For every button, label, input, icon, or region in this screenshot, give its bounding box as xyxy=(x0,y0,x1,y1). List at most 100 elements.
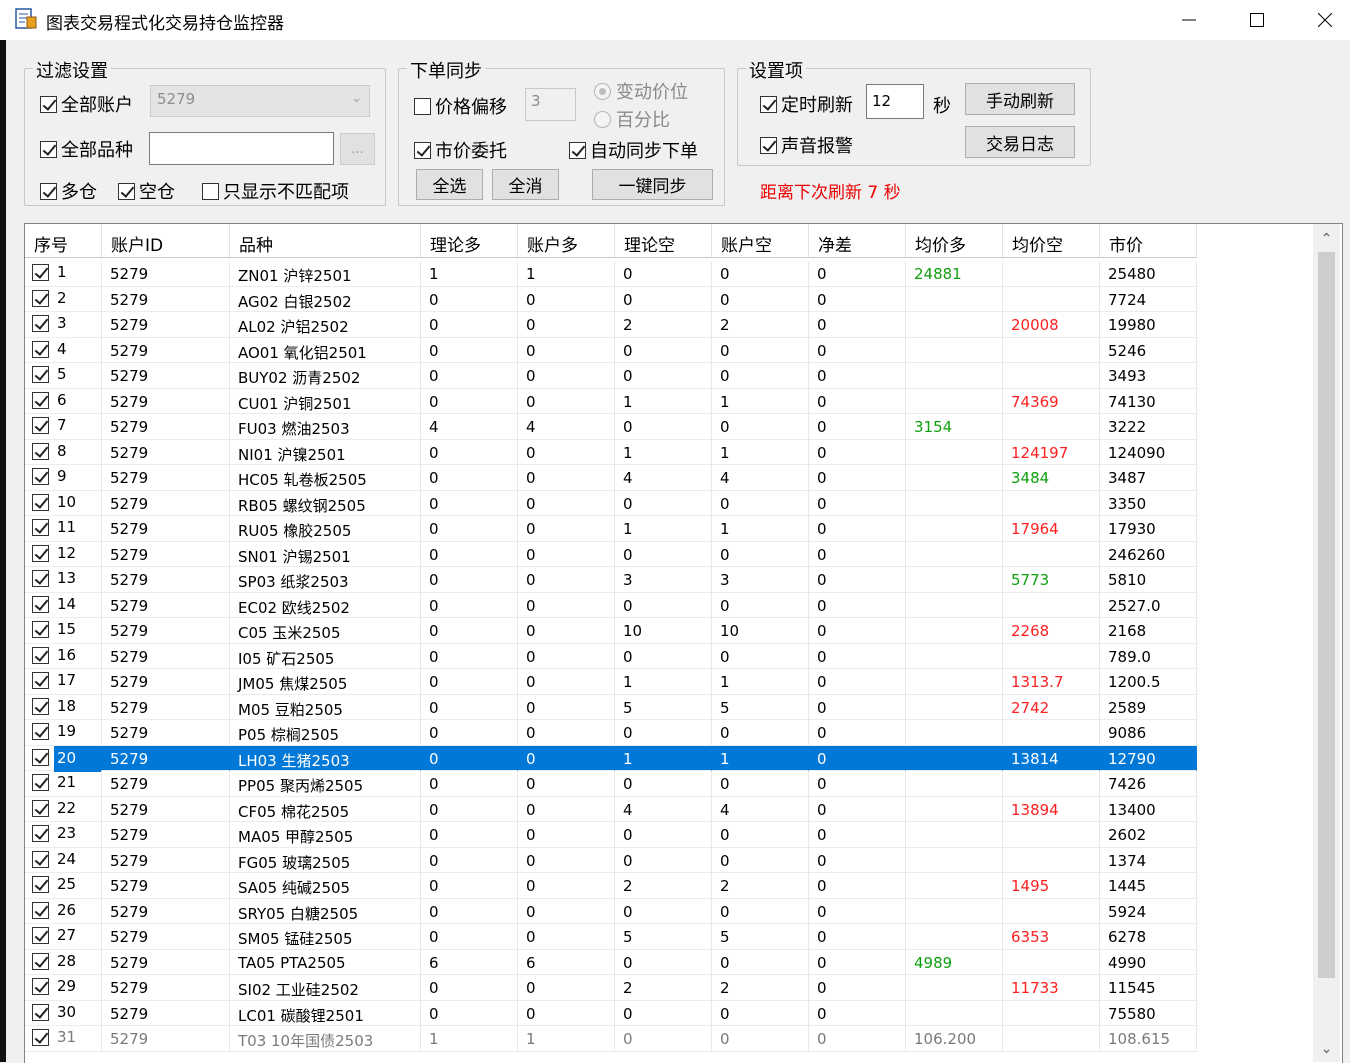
trade-log-button[interactable]: 交易日志 xyxy=(965,126,1075,158)
table-row[interactable]: 2 5279 AG02 白银2502 0 0 0 0 0 7724 xyxy=(25,286,1313,312)
table-row[interactable]: 19 5279 P05 棕榈2505 0 0 0 0 0 9086 xyxy=(25,720,1313,746)
auto-sync-checkbox[interactable]: 自动同步下单 xyxy=(569,137,698,163)
header-col-theory-long[interactable]: 理论多 xyxy=(421,224,518,258)
row-checkbox[interactable] xyxy=(32,723,49,740)
table-row[interactable]: 29 5279 SI02 工业硅2502 0 0 2 2 0 11733 11545 xyxy=(25,975,1313,1001)
manual-refresh-button[interactable]: 手动刷新 xyxy=(965,83,1075,115)
mismatch-only-checkbox[interactable]: 只显示不匹配项 xyxy=(202,178,349,204)
row-checkbox[interactable] xyxy=(32,544,49,562)
table-row[interactable]: 1 5279 ZN01 沪锌2501 1 1 0 0 0 24881 25480 xyxy=(25,261,1313,287)
table-row[interactable]: 9 5279 HC05 轧卷板2505 0 0 4 4 0 3484 3487 xyxy=(25,465,1313,491)
row-checkbox[interactable] xyxy=(32,799,49,817)
market-order-checkbox[interactable]: 市价委托 xyxy=(414,137,507,163)
row-checkbox[interactable] xyxy=(32,697,49,715)
table-row[interactable]: 20 5279 LH03 生猪2503 0 0 1 1 0 13814 12790 xyxy=(25,745,1313,772)
header-col-seq[interactable]: 序号 xyxy=(25,224,102,258)
select-all-button[interactable]: 全选 xyxy=(416,169,483,200)
price-offset-input[interactable]: 3 xyxy=(525,88,576,121)
scrollbar-thumb[interactable] xyxy=(1318,252,1335,978)
sound-alert-checkbox[interactable]: 声音报警 xyxy=(760,132,853,158)
row-checkbox[interactable] xyxy=(32,442,49,460)
scroll-up-icon[interactable]: ⌃ xyxy=(1313,226,1340,252)
row-checkbox[interactable] xyxy=(32,468,49,485)
table-row[interactable]: 26 5279 SRY05 白糖2505 0 0 0 0 0 5924 xyxy=(25,898,1313,924)
row-checkbox[interactable] xyxy=(32,493,49,511)
table-row[interactable]: 17 5279 JM05 焦煤2505 0 0 1 1 0 1313.7 1200.5 xyxy=(25,669,1313,695)
row-checkbox[interactable] xyxy=(32,672,49,689)
row-checkbox[interactable] xyxy=(32,621,49,638)
percent-radio[interactable]: 百分比 xyxy=(594,106,670,132)
deselect-all-button[interactable]: 全消 xyxy=(492,169,559,200)
row-checkbox[interactable] xyxy=(32,952,49,970)
row-checkbox[interactable] xyxy=(32,1029,49,1046)
row-checkbox[interactable] xyxy=(32,748,49,766)
table-row[interactable]: 16 5279 I05 矿石2505 0 0 0 0 0 789.0 xyxy=(25,643,1313,669)
product-field[interactable] xyxy=(149,132,334,165)
minimize-button[interactable] xyxy=(1156,0,1222,40)
table-row[interactable]: 21 5279 PP05 聚丙烯2505 0 0 0 0 0 7426 xyxy=(25,771,1313,797)
row-checkbox[interactable] xyxy=(32,366,49,383)
table-row[interactable]: 31 5279 T03 10年国债2503 1 1 0 0 0 106.200 108.615 xyxy=(25,1026,1313,1052)
table-row[interactable]: 13 5279 SP03 纸浆2503 0 0 3 3 0 5773 5810 xyxy=(25,567,1313,593)
timed-refresh-checkbox[interactable]: 定时刷新 xyxy=(760,91,853,117)
header-col-net-diff[interactable]: 净差 xyxy=(809,224,906,258)
header-col-avg-long[interactable]: 均价多 xyxy=(906,224,1003,258)
scroll-down-icon[interactable]: ⌄ xyxy=(1313,1036,1340,1062)
table-row[interactable]: 6 5279 CU01 沪铜2501 0 0 1 1 0 74369 74130 xyxy=(25,388,1313,414)
table-row[interactable]: 28 5279 TA05 PTA2505 6 6 0 0 0 4989 4990 xyxy=(25,949,1313,975)
table-row[interactable]: 5 5279 BUY02 沥青2502 0 0 0 0 0 3493 xyxy=(25,363,1313,389)
header-col-account-id[interactable]: 账户ID xyxy=(102,224,230,258)
table-row[interactable]: 23 5279 MA05 甲醇2505 0 0 0 0 0 2602 xyxy=(25,822,1313,848)
table-row[interactable]: 3 5279 AL02 沪铝2502 0 0 2 2 0 20008 19980 xyxy=(25,312,1313,338)
table-row[interactable]: 15 5279 C05 玉米2505 0 0 10 10 0 2268 2168 xyxy=(25,618,1313,644)
table-row[interactable]: 25 5279 SA05 纯碱2505 0 0 2 2 0 1495 1445 xyxy=(25,873,1313,899)
header-col-theory-short[interactable]: 理论空 xyxy=(615,224,712,258)
row-checkbox[interactable] xyxy=(32,315,49,332)
table-row[interactable]: 7 5279 FU03 燃油2503 4 4 0 0 0 3154 3222 xyxy=(25,414,1313,440)
row-checkbox[interactable] xyxy=(32,825,49,842)
row-checkbox[interactable] xyxy=(32,978,49,995)
one-click-sync-button[interactable]: 一键同步 xyxy=(592,169,713,200)
row-checkbox[interactable] xyxy=(32,1003,49,1021)
vertical-scrollbar[interactable]: ⌃ ⌄ xyxy=(1313,224,1340,1062)
row-checkbox[interactable] xyxy=(32,774,49,791)
header-col-account-long[interactable]: 账户多 xyxy=(518,224,615,258)
header-col-symbol[interactable]: 品种 xyxy=(230,224,421,258)
row-checkbox[interactable] xyxy=(32,289,49,307)
account-select[interactable]: 5279 ⌄ xyxy=(150,85,370,117)
table-row[interactable]: 27 5279 SM05 锰硅2505 0 0 5 5 0 6353 6278 xyxy=(25,924,1313,950)
row-checkbox[interactable] xyxy=(32,850,49,868)
close-button[interactable] xyxy=(1292,0,1350,40)
browse-products-button[interactable]: ... xyxy=(340,133,375,165)
row-checkbox[interactable] xyxy=(32,264,49,281)
row-checkbox[interactable] xyxy=(32,391,49,409)
row-checkbox[interactable] xyxy=(32,595,49,613)
table-row[interactable]: 12 5279 SN01 沪锡2501 0 0 0 0 0 246260 xyxy=(25,541,1313,567)
row-checkbox[interactable] xyxy=(32,876,49,893)
row-checkbox[interactable] xyxy=(32,519,49,536)
all-accounts-checkbox[interactable]: 全部账户 xyxy=(40,91,133,117)
table-row[interactable]: 30 5279 LC01 碳酸锂2501 0 0 0 0 0 75580 xyxy=(25,1000,1313,1026)
table-row[interactable]: 10 5279 RB05 螺纹钢2505 0 0 0 0 0 3350 xyxy=(25,490,1313,516)
header-col-market-price[interactable]: 市价 xyxy=(1100,224,1197,258)
table-row[interactable]: 18 5279 M05 豆粕2505 0 0 5 5 0 2742 2589 xyxy=(25,694,1313,720)
row-checkbox[interactable] xyxy=(32,570,49,587)
row-checkbox[interactable] xyxy=(32,417,49,434)
short-position-checkbox[interactable]: 空仓 xyxy=(118,178,175,204)
table-row[interactable]: 4 5279 AO01 氧化铝2501 0 0 0 0 0 5246 xyxy=(25,337,1313,363)
header-col-avg-short[interactable]: 均价空 xyxy=(1003,224,1100,258)
table-row[interactable]: 11 5279 RU05 橡胶2505 0 0 1 1 0 17964 17930 xyxy=(25,516,1313,542)
row-checkbox[interactable] xyxy=(32,901,49,919)
maximize-button[interactable] xyxy=(1224,0,1290,40)
price-offset-checkbox[interactable]: 价格偏移 xyxy=(414,93,507,119)
row-checkbox[interactable] xyxy=(32,340,49,358)
long-position-checkbox[interactable]: 多仓 xyxy=(40,178,97,204)
row-checkbox[interactable] xyxy=(32,927,49,944)
table-row[interactable]: 8 5279 NI01 沪镍2501 0 0 1 1 0 124197 124090 xyxy=(25,439,1313,465)
tick-radio[interactable]: 变动价位 xyxy=(594,78,688,104)
all-products-checkbox[interactable]: 全部品种 xyxy=(40,136,133,162)
refresh-interval-input[interactable]: 12 xyxy=(866,84,924,119)
table-row[interactable]: 24 5279 FG05 玻璃2505 0 0 0 0 0 1374 xyxy=(25,847,1313,873)
table-row[interactable]: 14 5279 EC02 欧线2502 0 0 0 0 0 2527.0 xyxy=(25,592,1313,618)
row-checkbox[interactable] xyxy=(32,646,49,664)
